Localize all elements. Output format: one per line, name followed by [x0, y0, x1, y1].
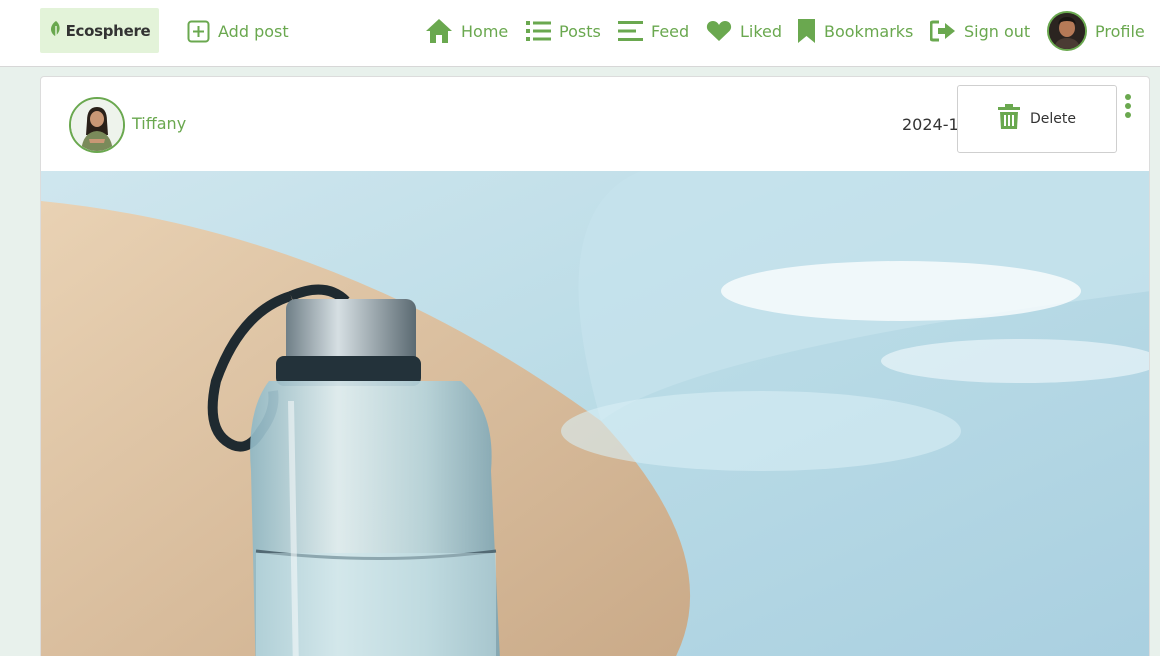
- post-card: Tiffany 2024-12-...Z Delete: [40, 76, 1150, 656]
- nav-home-label: Home: [461, 21, 509, 41]
- post-options-dropdown: Delete: [957, 85, 1117, 153]
- top-navbar: Ecosphere Add post Home Posts Feed Liked: [0, 0, 1160, 67]
- author-avatar[interactable]: [69, 97, 125, 153]
- nav-posts[interactable]: Posts: [526, 17, 601, 45]
- nav-profile-label: Profile: [1095, 21, 1145, 41]
- more-vertical-icon[interactable]: [1123, 93, 1133, 119]
- nav-bookmarks[interactable]: Bookmarks: [797, 17, 913, 45]
- add-post-button[interactable]: Add post: [187, 17, 289, 45]
- trash-icon: [998, 104, 1020, 134]
- post-image: [41, 171, 1149, 656]
- nav-home[interactable]: Home: [425, 17, 508, 45]
- bookmark-icon: [797, 18, 816, 44]
- author-name[interactable]: Tiffany: [132, 114, 186, 133]
- nav-liked[interactable]: Liked: [706, 17, 782, 45]
- nav-posts-label: Posts: [559, 21, 601, 41]
- brand-logo[interactable]: Ecosphere: [40, 8, 159, 53]
- heart-icon: [706, 20, 732, 42]
- nav-feed[interactable]: Feed: [618, 17, 689, 45]
- profile-avatar: [1047, 11, 1087, 51]
- nav-bookmarks-label: Bookmarks: [824, 21, 914, 41]
- sign-out-icon: [930, 20, 956, 42]
- nav-feed-label: Feed: [651, 21, 690, 41]
- nav-sign-out-label: Sign out: [964, 21, 1031, 41]
- nav-liked-label: Liked: [740, 21, 783, 41]
- lines-icon: [618, 20, 643, 42]
- leaf-icon: [49, 20, 63, 42]
- delete-post-button[interactable]: Delete: [1030, 111, 1076, 127]
- list-icon: [526, 20, 551, 42]
- add-post-label: Add post: [218, 21, 289, 41]
- brand-name: Ecosphere: [65, 21, 151, 40]
- home-icon: [425, 18, 453, 44]
- nav-profile[interactable]: Profile: [1047, 11, 1145, 51]
- plus-square-icon: [187, 20, 210, 43]
- nav-sign-out[interactable]: Sign out: [930, 17, 1030, 45]
